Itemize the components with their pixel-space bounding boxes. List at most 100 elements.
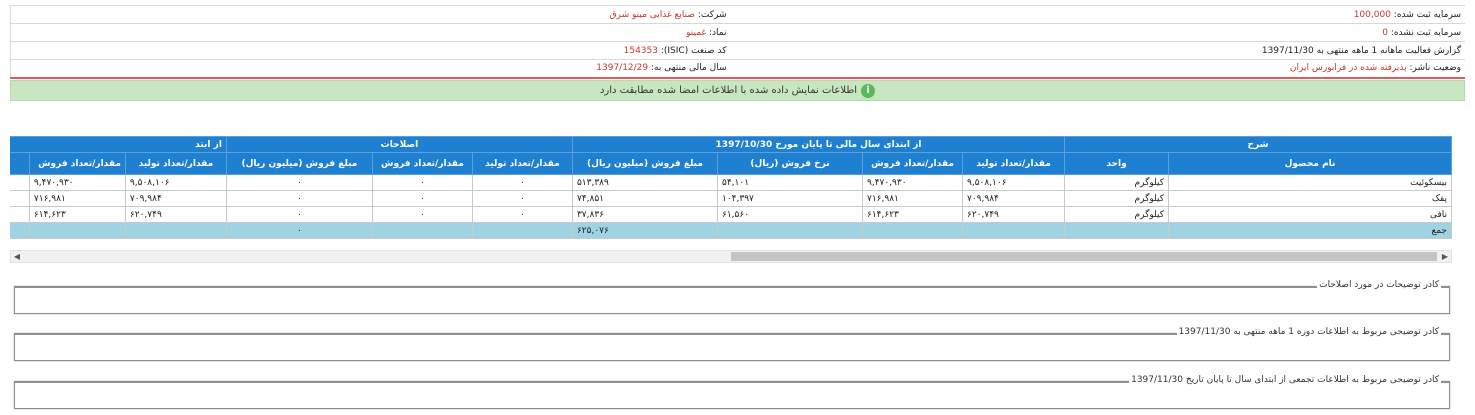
isic-cell: کد صنعت (ISIC): 154353	[10, 41, 731, 60]
fiscal-year-value: 1397/12/29	[596, 63, 649, 74]
cell-sales-qty: ۶۱۴,۶۲۳	[862, 206, 963, 223]
scrollbar-thumb[interactable]	[731, 252, 1437, 261]
cell-production-qty: ۶۲۰,۷۴۹	[962, 206, 1065, 223]
cell-sales-qty: ۷۱۶,۹۸۱	[862, 190, 963, 207]
cell-next-sales-qty: ۶۱۴,۶۲۳	[28, 206, 126, 223]
corrections-notes-legend: کادر توضیحات در مورد اصلاحات	[1317, 280, 1441, 290]
col-product-name[interactable]: نام محصول	[1168, 152, 1452, 175]
col-production-qty[interactable]: مقدار/تعداد تولید	[962, 152, 1065, 175]
total-empty	[862, 222, 963, 239]
registered-capital-cell: سرمایه ثبت شده: 100,000	[730, 5, 1465, 24]
table-row: بیسکوئیت کیلوگرم ۹,۵۰۸,۱۰۶ ۹,۴۷۰,۹۳۰ ۵۴,…	[10, 174, 1452, 191]
info-row-symbol: نماد: غمینو سرمایه ثبت نشده: 0	[10, 23, 1465, 42]
cell-corr-production-qty: ۰	[471, 206, 573, 223]
cell-sales-amount: ۳۷,۸۳۶	[571, 206, 719, 223]
fiscal-year-cell: سال مالی منتهی به: 1397/12/29	[10, 59, 731, 79]
cell-next-empty	[10, 206, 30, 223]
symbol-cell: نماد: غمینو	[10, 23, 731, 42]
cell-corr-sales-qty: ۰	[371, 190, 473, 207]
scroll-left-arrow-icon[interactable]: ◀	[11, 251, 23, 262]
info-row-isic: کد صنعت (ISIC): 154353 گزارش فعالیت ماها…	[10, 41, 1465, 60]
symbol-label: نماد:	[709, 27, 727, 38]
check-circle-icon: i	[861, 83, 876, 98]
report-title: گزارش فعالیت ماهانه 1 ماهه منتهی به 1397…	[1261, 45, 1461, 56]
cell-corr-production-qty: ۰	[471, 190, 573, 207]
cell-unit: کیلوگرم	[1064, 190, 1169, 207]
col-unit[interactable]: واحد	[1064, 152, 1169, 175]
group-header-from-start-cut: از ابتد	[10, 136, 227, 153]
cell-corr-sales-amount: ۰	[225, 190, 373, 207]
registered-capital-value: 100,000	[1353, 9, 1391, 20]
cell-corr-sales-qty: ۰	[371, 206, 473, 223]
cumulative-notes-box: کادر توضیحی مربوط به اطلاعات تجمعی از اب…	[14, 375, 1450, 409]
registered-capital-label: سرمایه ثبت شده:	[1393, 9, 1461, 20]
company-info-table: شرکت: صنایع غذایی مینو شرق سرمایه ثبت شد…	[10, 5, 1465, 79]
col-sales-rate[interactable]: نرخ فروش (ریال)	[717, 152, 863, 175]
isic-value: 154353	[623, 45, 658, 56]
grid-horizontal-scrollbar[interactable]: ◀ ▶	[10, 250, 1452, 263]
total-empty	[10, 222, 30, 239]
publisher-status-cell: وضعیت ناشر: پذیرفته شده در فرابورس ایران	[730, 59, 1465, 79]
cell-next-empty	[10, 190, 30, 207]
total-empty	[471, 222, 573, 239]
col-sales-amount[interactable]: مبلغ فروش (میلیون ریال)	[571, 152, 719, 175]
corrections-notes-box: کادر توضیحات در مورد اصلاحات	[14, 280, 1450, 314]
total-empty	[371, 222, 473, 239]
production-sales-table: شرح از ابتدای سال مالی تا پایان مورخ 139…	[10, 136, 1452, 239]
total-empty	[962, 222, 1065, 239]
cell-sales-qty: ۹,۴۷۰,۹۳۰	[862, 174, 963, 191]
cell-sales-rate: ۶۱,۵۶۰	[717, 206, 863, 223]
unregistered-capital-label: سرمایه ثبت نشده:	[1390, 27, 1461, 38]
group-header-row: شرح از ابتدای سال مالی تا پایان مورخ 139…	[10, 136, 1452, 153]
table-row: پفک کیلوگرم ۷۰۹,۹۸۴ ۷۱۶,۹۸۱ ۱۰۴,۳۹۷ ۷۴,۸…	[10, 190, 1452, 207]
cell-corr-sales-amount: ۰	[225, 206, 373, 223]
cell-unit: کیلوگرم	[1064, 206, 1169, 223]
unregistered-capital-value: 0	[1382, 27, 1388, 38]
col-corr-sales-amount[interactable]: مبلغ فروش (میلیون ریال)	[225, 152, 373, 175]
cell-production-qty: ۹,۵۰۸,۱۰۶	[962, 174, 1065, 191]
period-notes-legend: کادر توضیحی مربوط به اطلاعات دوره 1 ماهه…	[1176, 327, 1441, 337]
cell-next-production-qty: ۶۲۰,۷۴۹	[124, 206, 227, 223]
total-empty	[124, 222, 227, 239]
col-next-production-qty[interactable]: مقدار/تعداد تولید	[124, 152, 227, 175]
total-label: جمع	[1168, 222, 1452, 239]
cell-product: بیسکوئیت	[1168, 174, 1452, 191]
col-next-empty	[10, 152, 30, 175]
cell-product: پفک	[1168, 190, 1452, 207]
company-label: شرکت:	[697, 9, 727, 20]
total-corr-sales-amount: ۰	[225, 222, 373, 239]
cell-sales-rate: ۵۴,۱۰۱	[717, 174, 863, 191]
cell-production-qty: ۷۰۹,۹۸۴	[962, 190, 1065, 207]
total-empty	[1064, 222, 1169, 239]
unregistered-capital-cell: سرمایه ثبت نشده: 0	[730, 23, 1465, 42]
cell-corr-sales-qty: ۰	[371, 174, 473, 191]
company-value: صنایع غذایی مینو شرق	[609, 9, 695, 20]
total-sales-amount: ۶۲۵,۰۷۶	[571, 222, 719, 239]
signature-match-notice: i اطلاعات نمایش داده شده با اطلاعات امضا…	[10, 80, 1465, 101]
col-corr-production-qty[interactable]: مقدار/تعداد تولید	[471, 152, 573, 175]
production-sales-grid-viewport: شرح از ابتدای سال مالی تا پایان مورخ 139…	[10, 136, 1452, 248]
scroll-right-arrow-icon[interactable]: ▶	[1439, 251, 1451, 262]
group-header-from-start: از ابتدای سال مالی تا پایان مورخ 1397/10…	[571, 136, 1066, 153]
group-header-corrections: اصلاحات	[225, 136, 573, 153]
cell-unit: کیلوگرم	[1064, 174, 1169, 191]
col-corr-sales-qty[interactable]: مقدار/تعداد فروش	[371, 152, 473, 175]
cell-next-production-qty: ۷۰۹,۹۸۴	[124, 190, 227, 207]
cell-next-empty	[10, 174, 30, 191]
cell-product: نافی	[1168, 206, 1452, 223]
isic-label: کد صنعت (ISIC):	[660, 45, 727, 56]
cell-next-sales-qty: ۷۱۶,۹۸۱	[28, 190, 126, 207]
fiscal-year-label: سال مالی منتهی به:	[651, 63, 727, 74]
col-sales-qty[interactable]: مقدار/تعداد فروش	[862, 152, 963, 175]
col-next-sales-qty[interactable]: مقدار/تعداد فروش	[28, 152, 126, 175]
column-header-row: نام محصول واحد مقدار/تعداد تولید مقدار/ت…	[10, 152, 1452, 175]
company-cell: شرکت: صنایع غذایی مینو شرق	[10, 5, 731, 24]
total-empty	[717, 222, 863, 239]
cumulative-notes-legend: کادر توضیحی مربوط به اطلاعات تجمعی از اب…	[1129, 375, 1441, 385]
cell-sales-rate: ۱۰۴,۳۹۷	[717, 190, 863, 207]
publisher-status-label: وضعیت ناشر:	[1409, 63, 1461, 74]
report-title-cell: گزارش فعالیت ماهانه 1 ماهه منتهی به 1397…	[730, 41, 1465, 60]
cell-next-sales-qty: ۹,۴۷۰,۹۳۰	[28, 174, 126, 191]
info-row-company: شرکت: صنایع غذایی مینو شرق سرمایه ثبت شد…	[10, 5, 1465, 24]
notice-text: اطلاعات نمایش داده شده با اطلاعات امضا ش…	[599, 85, 858, 96]
